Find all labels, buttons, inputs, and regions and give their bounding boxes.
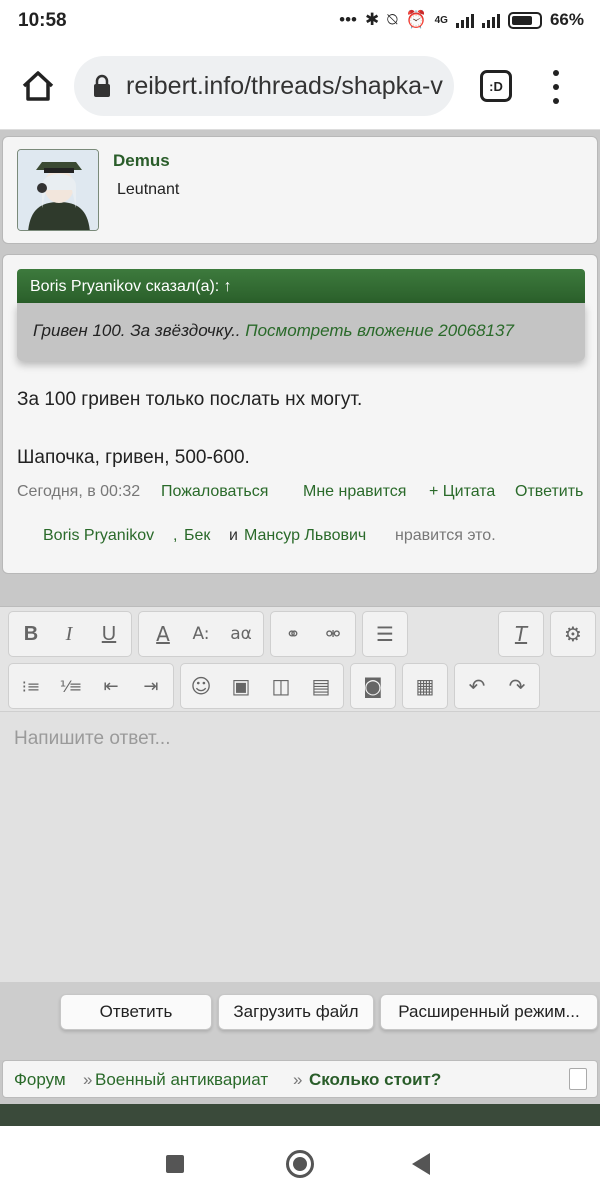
underline-icon[interactable]: U <box>95 620 123 648</box>
toolbar-group-font: A A: aα <box>138 611 264 657</box>
post-paragraph: За 100 гривен только послать нх могут. <box>17 389 363 410</box>
breadcrumb-sep: » <box>83 1070 93 1089</box>
breadcrumb: Форум » Военный антиквариат » Сколько ст… <box>2 1060 598 1098</box>
home-nav-icon[interactable] <box>286 1150 314 1178</box>
likes-summary: Boris Pryanikov , Бек и Мансур Львович н… <box>3 527 599 549</box>
font-size-icon[interactable]: A: <box>187 620 215 648</box>
toolbar-group-camera: ◙ <box>350 663 396 709</box>
user-rank: Leutnant <box>117 181 180 198</box>
status-bar: 10:58 ••• ✱ ⍉ ⏰ 4G 66% <box>0 0 600 44</box>
status-icons: ••• ✱ ⍉ ⏰ 4G 66% <box>339 10 584 30</box>
toolbar-group-align: ☰ <box>362 611 408 657</box>
quote-header[interactable]: Boris Pryanikov сказал(а): ↑ <box>17 269 585 303</box>
report-link[interactable]: Пожаловаться <box>161 483 268 501</box>
reply-link[interactable]: Ответить <box>515 483 583 501</box>
signal-icon <box>455 12 474 28</box>
quote-text: Гривен 100. За звёздочку.. <box>33 321 246 340</box>
smiley-icon[interactable]: ☺ <box>187 672 215 700</box>
reply-editor: B I U A A: aα ⚭ ⚮ ☰ T ⚙ ⁝≡ ⅟≡ ⇤ ⇥ ☺ ▣ ◫ … <box>0 606 600 983</box>
alarm-icon: ⏰ <box>405 10 427 29</box>
more-dots-icon: ••• <box>339 10 357 29</box>
bold-icon[interactable]: B <box>17 620 45 648</box>
username-link[interactable]: Demus <box>113 151 170 171</box>
likes-sep: , <box>173 527 178 544</box>
back-icon[interactable] <box>412 1153 430 1175</box>
bluetooth-icon: ✱ <box>365 10 380 29</box>
recents-icon[interactable] <box>166 1155 184 1173</box>
user-card: Demus Leutnant <box>2 136 598 244</box>
unlink-icon[interactable]: ⚮ <box>319 620 347 648</box>
font-color-icon[interactable]: A <box>149 620 177 648</box>
quote-body: Гривен 100. За звёздочку.. Посмотреть вл… <box>17 303 585 361</box>
image-icon[interactable]: ▣ <box>227 672 255 700</box>
post-card: Boris Pryanikov сказал(а): ↑ Гривен 100.… <box>2 254 598 574</box>
breadcrumb-sep: » <box>293 1070 303 1089</box>
liker-link[interactable]: Бек <box>184 527 210 545</box>
camera-icon[interactable]: ◙ <box>359 672 387 700</box>
avatar[interactable] <box>17 149 99 231</box>
upload-file-button[interactable]: Загрузить файл <box>218 994 374 1030</box>
toolbar-group-insert: ☺ ▣ ◫ ▤ <box>180 663 344 709</box>
post-date[interactable]: Сегодня, в 00:32 <box>17 483 140 501</box>
more-menu-icon[interactable] <box>548 70 564 104</box>
link-icon[interactable]: ⚭ <box>279 620 307 648</box>
home-icon[interactable] <box>18 66 58 106</box>
post-actions: Сегодня, в 00:32 Пожаловаться Мне нравит… <box>17 483 587 507</box>
tabs-button[interactable]: :D <box>480 70 512 102</box>
browser-toolbar: reibert.info/threads/shapka-v :D <box>0 44 600 130</box>
reply-placeholder: Напишите ответ... <box>14 728 171 749</box>
advanced-mode-button[interactable]: Расширенный режим... <box>380 994 598 1030</box>
breadcrumb-current[interactable]: Сколько стоит? <box>309 1070 441 1090</box>
signal-icon-2 <box>481 12 500 28</box>
toolbar-group-lists: ⁝≡ ⅟≡ ⇤ ⇥ <box>8 663 174 709</box>
breadcrumb-forum[interactable]: Форум <box>14 1070 66 1090</box>
redo-icon[interactable]: ↷ <box>503 672 531 700</box>
font-family-icon[interactable]: aα <box>227 620 255 648</box>
network-type: 4G <box>434 14 448 26</box>
document-icon[interactable] <box>569 1068 587 1090</box>
toolbar-group-links: ⚭ ⚮ <box>270 611 356 657</box>
url-text: reibert.info/threads/shapka-v <box>126 71 443 100</box>
source-mode-icon[interactable]: ⚙ <box>559 620 587 648</box>
post-paragraph: Шапочка, гривен, 500-600. <box>17 447 250 468</box>
italic-icon[interactable]: I <box>55 620 83 648</box>
system-nav-bar <box>0 1126 600 1200</box>
battery-icon <box>507 11 542 29</box>
table-icon[interactable]: ▤ <box>307 672 335 700</box>
footer-strip <box>0 1104 600 1126</box>
numbered-list-icon[interactable]: ⅟≡ <box>57 672 85 700</box>
liker-link[interactable]: Мансур Львович <box>244 527 366 545</box>
breadcrumb-category[interactable]: Военный антиквариат <box>95 1070 268 1090</box>
quote-link[interactable]: + Цитата <box>429 483 495 501</box>
attachment-link[interactable]: Посмотреть вложение 20068137 <box>245 321 514 340</box>
toolbar-group-save: ▦ <box>402 663 448 709</box>
toolbar-group-source: ⚙ <box>550 611 596 657</box>
bullet-list-icon[interactable]: ⁝≡ <box>17 672 45 700</box>
like-link[interactable]: Мне нравится <box>303 483 406 501</box>
remove-format-icon[interactable]: T <box>507 620 535 648</box>
toolbar-group-text-style: B I U <box>8 611 132 657</box>
outdent-icon[interactable]: ⇤ <box>97 672 125 700</box>
save-draft-icon[interactable]: ▦ <box>411 672 439 700</box>
likes-and: и <box>229 527 238 544</box>
reply-button[interactable]: Ответить <box>60 994 212 1030</box>
likes-suffix: нравится это. <box>395 527 496 544</box>
mute-icon: ⍉ <box>387 10 398 29</box>
editor-actions: Ответить Загрузить файл Расширенный режи… <box>0 982 600 1060</box>
page-content: Demus Leutnant Boris Pryanikov сказал(а)… <box>0 130 600 1126</box>
status-time: 10:58 <box>18 10 67 31</box>
align-icon[interactable]: ☰ <box>371 620 399 648</box>
reply-textarea[interactable]: Напишите ответ... <box>0 711 600 983</box>
indent-icon[interactable]: ⇥ <box>137 672 165 700</box>
lock-icon <box>94 74 110 97</box>
media-icon[interactable]: ◫ <box>267 672 295 700</box>
toolbar-group-history: ↶ ↷ <box>454 663 540 709</box>
liker-link[interactable]: Boris Pryanikov <box>43 527 154 545</box>
toolbar-group-clear: T <box>498 611 544 657</box>
undo-icon[interactable]: ↶ <box>463 672 491 700</box>
address-bar[interactable]: reibert.info/threads/shapka-v <box>74 56 454 116</box>
battery-percent: 66% <box>549 10 584 29</box>
